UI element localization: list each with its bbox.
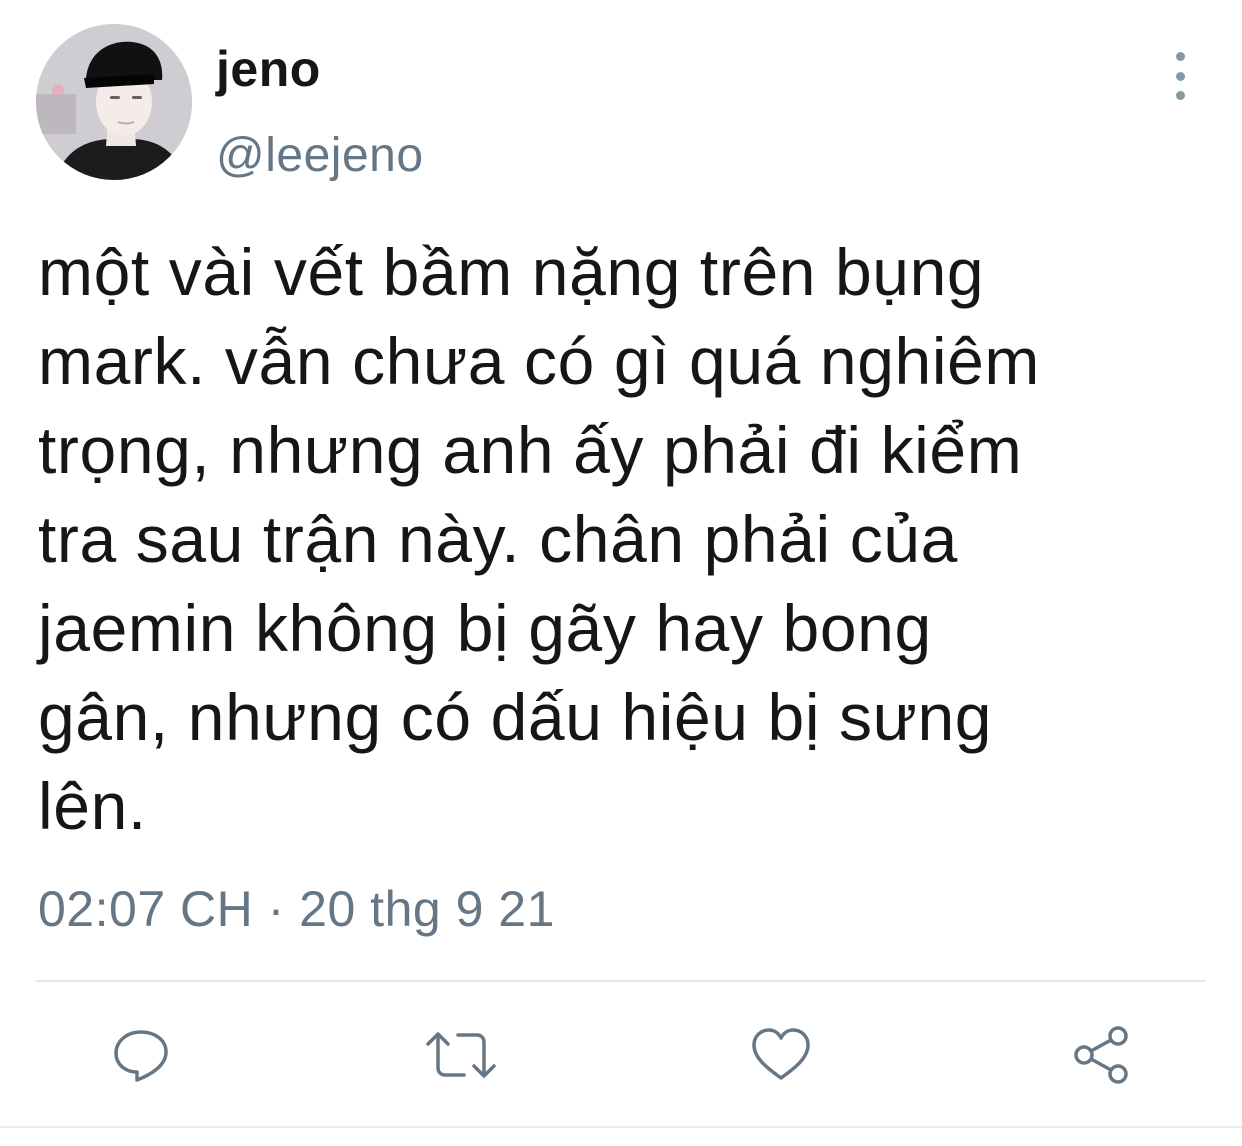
retweet-button[interactable] <box>416 1010 506 1100</box>
tweet-actions <box>0 1010 1242 1100</box>
more-options-button[interactable] <box>1160 52 1200 100</box>
more-options-icon-dot <box>1175 91 1185 100</box>
retweet-icon <box>426 1032 496 1078</box>
reply-button[interactable] <box>96 1010 186 1100</box>
tweet-timestamp[interactable]: 02:07 CH · 20 thg 9 21 <box>38 880 555 938</box>
avatar[interactable] <box>36 24 192 180</box>
avatar-image <box>36 24 192 180</box>
reply-icon <box>114 1030 168 1082</box>
heart-icon <box>752 1028 810 1080</box>
tweet-text: một vài vết bầm nặng trên bụng mark. vẫn… <box>38 235 1040 843</box>
like-button[interactable] <box>736 1010 826 1100</box>
bottom-divider <box>0 1126 1242 1128</box>
share-button[interactable] <box>1056 1010 1146 1100</box>
user-handle[interactable]: @leejeno <box>216 128 424 183</box>
more-options-icon-dot <box>1175 71 1185 81</box>
divider <box>36 980 1206 982</box>
display-name[interactable]: jeno <box>216 40 321 98</box>
share-icon <box>1074 1026 1128 1084</box>
more-options-icon <box>1175 52 1185 61</box>
tweet-card: jeno @leejeno một vài vết bầm nặng trên … <box>0 0 1242 1146</box>
